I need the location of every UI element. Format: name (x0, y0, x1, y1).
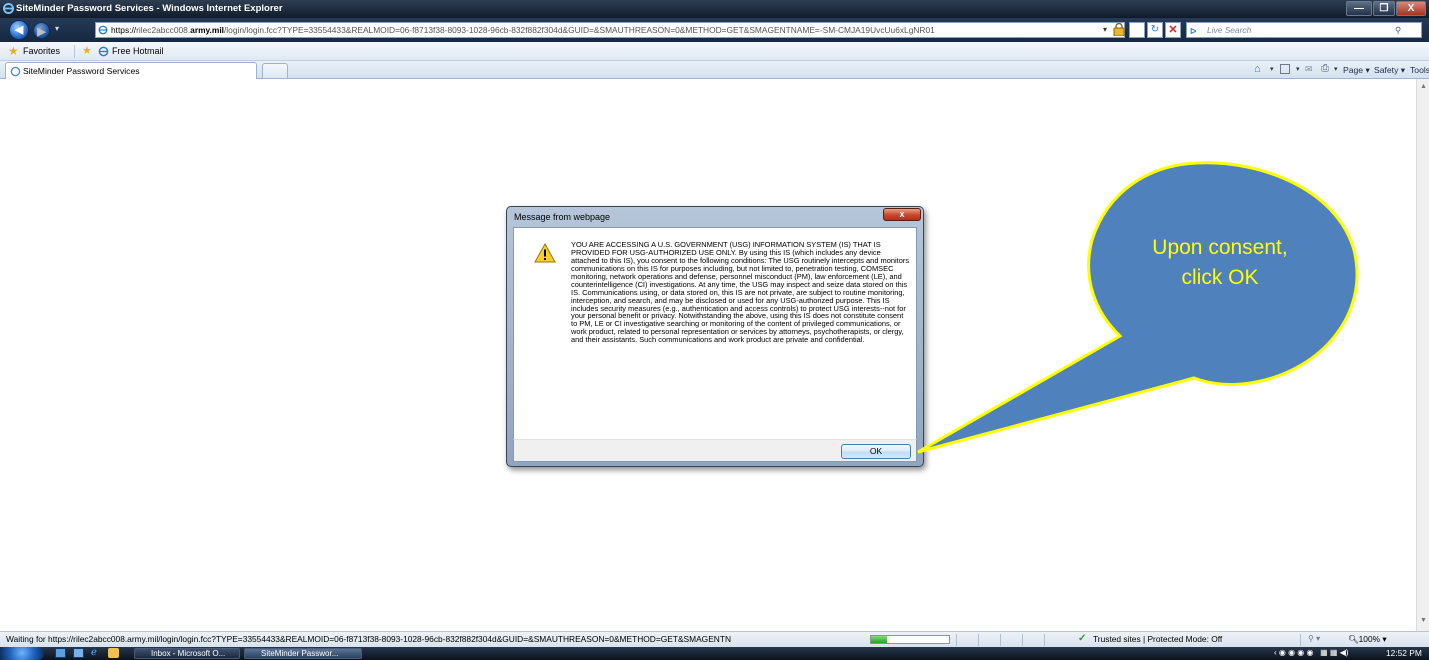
address-input[interactable]: https://rilec2abcc008.army.mil/login/log… (95, 22, 1125, 38)
back-button[interactable]: ◀ (9, 20, 29, 40)
warning-icon (534, 243, 556, 263)
tab-siteminder[interactable]: SiteMinder Password Services (5, 62, 257, 79)
zoom-icon: 🔍︎ (1348, 634, 1359, 644)
taskbar-item-label: SiteMinder Passwor... (261, 649, 339, 658)
divider (1000, 634, 1001, 646)
dialog-title: Message from webpage (514, 212, 611, 222)
start-button[interactable] (0, 647, 44, 660)
maximize-button[interactable]: ❐ (1373, 1, 1395, 16)
mail-icon[interactable]: ✉ (1305, 64, 1313, 75)
status-text: Waiting for https://rilec2abcc008.army.m… (6, 634, 731, 644)
favorites-bar: ★ Favorites ★ Free Hotmail (0, 42, 1429, 61)
compatibility-icon[interactable] (1129, 22, 1145, 38)
print-icon[interactable]: ⎙ (1321, 63, 1329, 74)
feeds-dropdown-icon[interactable]: ▾ (1296, 65, 1300, 73)
ok-button[interactable]: OK (841, 444, 911, 459)
url-protocol: https:// (111, 25, 137, 35)
address-toolbar: ◀ ▶ ▾ https://rilec2abcc008.army.mil/log… (0, 18, 1429, 42)
divider (1022, 634, 1023, 646)
ie-quicklaunch-icon[interactable]: ℯ (91, 647, 97, 658)
divider (1044, 634, 1045, 646)
divider (1300, 634, 1301, 646)
divider (956, 634, 957, 646)
address-dropdown-icon[interactable]: ▾ (1103, 25, 1107, 34)
lock-icon[interactable] (1113, 23, 1125, 36)
zoom-level[interactable]: 🔍︎100% ▾ (1348, 634, 1387, 645)
pop-up-icon[interactable]: ⚲ ▾ (1308, 634, 1320, 643)
security-zone[interactable]: Trusted sites | Protected Mode: Off (1093, 634, 1222, 644)
taskbar-item-label: Inbox - Microsoft O... (151, 649, 226, 658)
minimize-button[interactable]: — (1346, 1, 1372, 16)
taskbar: ℯ Inbox - Microsoft O... SiteMinder Pass… (0, 647, 1429, 660)
page-menu[interactable]: Page ▾ (1343, 65, 1370, 76)
page-icon (98, 25, 108, 35)
add-favorites-icon[interactable]: ★ (82, 44, 92, 57)
refresh-icon[interactable]: ↻ (1147, 22, 1163, 38)
history-dropdown-icon[interactable]: ▾ (55, 24, 59, 33)
favorites-button[interactable]: Favorites (23, 46, 60, 56)
dialog-message: YOU ARE ACCESSING A U.S. GOVERNMENT (USG… (571, 240, 910, 345)
clock: 12:52 PM (1386, 648, 1422, 658)
scroll-up-icon[interactable]: ▲ (1420, 83, 1427, 90)
favorites-star-icon: ★ (8, 44, 19, 58)
live-search-icon: ᐅ (1190, 26, 1197, 36)
search-icon[interactable]: ⚲ (1395, 23, 1401, 37)
tab-row: SiteMinder Password Services ⌂ ▾ ▾ ✉ ⎙ ▾… (0, 61, 1429, 79)
divider (978, 634, 979, 646)
stop-icon[interactable]: ✕ (1165, 22, 1181, 38)
url-subdomain: rilec2abcc008. (136, 25, 191, 35)
dialog-close-button[interactable]: x (883, 208, 921, 221)
home-icon[interactable]: ⌂ (1254, 63, 1261, 75)
progress-fill (871, 636, 887, 643)
taskbar-item-siteminder[interactable]: SiteMinder Passwor... (244, 648, 362, 659)
search-placeholder: Live Search (1207, 25, 1252, 35)
tray-icons[interactable]: ‹ ◉ ◉ ◉ ◉ ▦ ▦ ◀) (1274, 648, 1349, 657)
print-dropdown-icon[interactable]: ▾ (1334, 65, 1338, 73)
zoom-value: 100% (1358, 634, 1381, 644)
loading-icon (10, 66, 21, 77)
url-path: /login/login.fcc?TYPE=33554433&REALMOID=… (223, 25, 935, 35)
tab-label: SiteMinder Password Services (23, 66, 140, 76)
forward-button[interactable]: ▶ (33, 22, 50, 39)
free-hotmail-link[interactable]: Free Hotmail (112, 46, 164, 56)
safety-menu[interactable]: Safety ▾ (1374, 65, 1405, 76)
checkmark-icon: ✓ (1078, 633, 1087, 644)
tools-menu[interactable]: Tools ▾ (1410, 65, 1429, 76)
callout-text: Upon consent, click OK (1152, 236, 1288, 289)
message-dialog: Message from webpage x YOU ARE ACCESSING… (506, 206, 924, 467)
close-window-button[interactable]: X (1396, 1, 1426, 16)
internet-explorer-icon (3, 3, 14, 14)
show-desktop-icon[interactable] (55, 648, 66, 658)
window-title-bar: SiteMinder Password Services - Windows I… (0, 0, 1429, 18)
progress-bar (870, 635, 950, 644)
switch-windows-icon[interactable] (73, 648, 84, 658)
divider (74, 45, 75, 58)
url-domain: army.mil (190, 25, 224, 35)
hotmail-ie-icon (98, 46, 109, 57)
search-input[interactable]: Live Search ᐅ ⚲ (1186, 22, 1422, 38)
status-bar: Waiting for https://rilec2abcc008.army.m… (0, 631, 1429, 647)
taskbar-item-inbox[interactable]: Inbox - Microsoft O... (134, 648, 240, 659)
vertical-scrollbar[interactable]: ▲ ▼ (1416, 79, 1429, 631)
outlook-quicklaunch-icon[interactable] (108, 648, 119, 658)
feeds-icon[interactable] (1280, 64, 1290, 74)
home-dropdown-icon[interactable]: ▾ (1270, 65, 1274, 73)
scroll-down-icon[interactable]: ▼ (1420, 617, 1427, 624)
window-title: SiteMinder Password Services - Windows I… (16, 3, 283, 14)
new-tab-button[interactable] (262, 63, 288, 78)
